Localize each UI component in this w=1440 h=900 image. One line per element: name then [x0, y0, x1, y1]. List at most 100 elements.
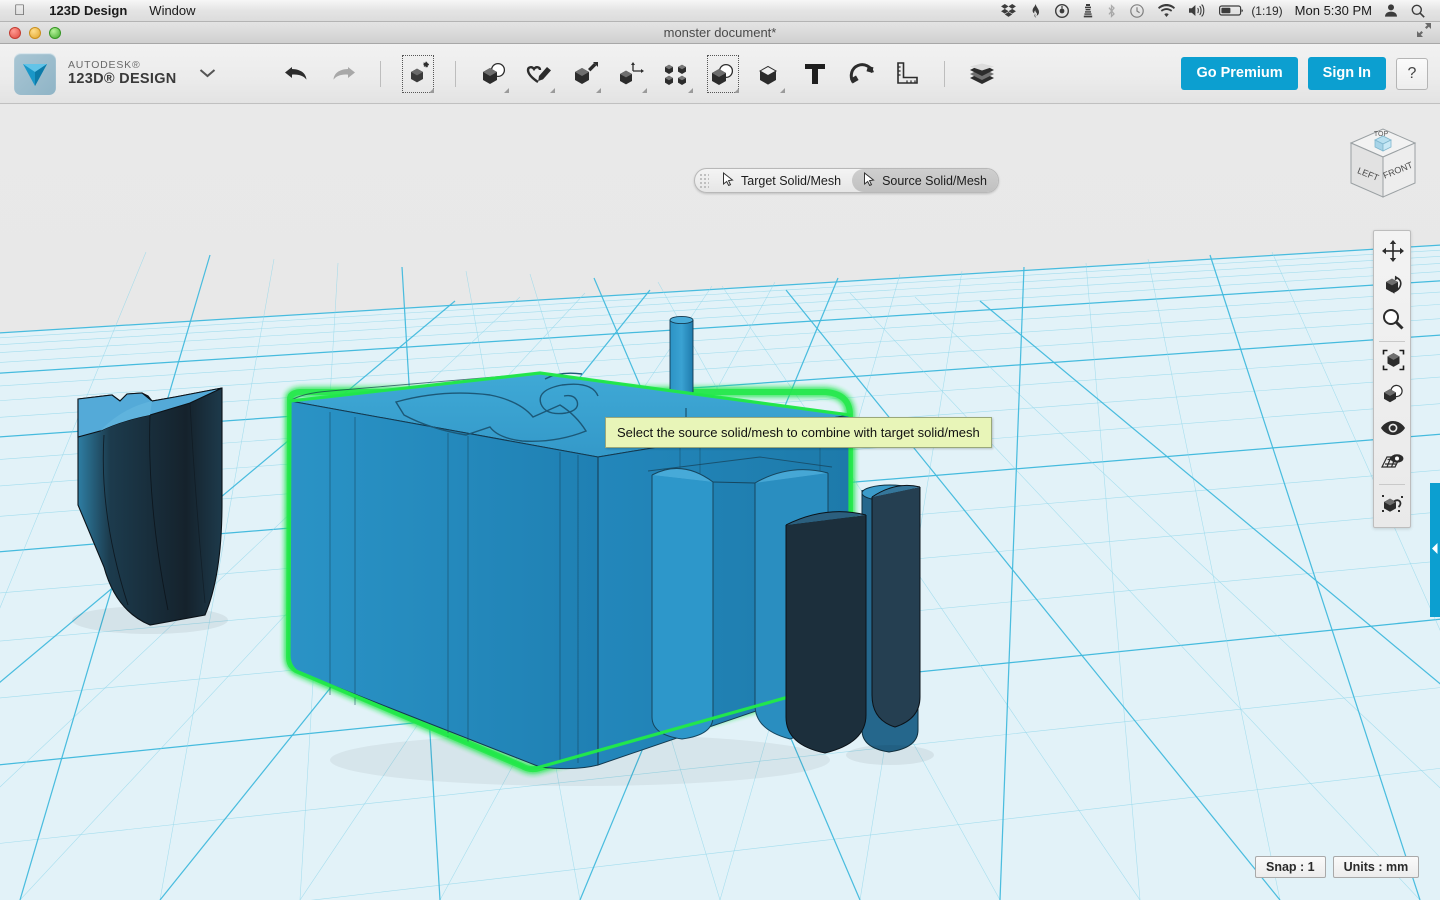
chip-source-solid-mesh[interactable]: Source Solid/Mesh — [852, 169, 998, 192]
grid-visibility-button[interactable] — [1374, 447, 1412, 481]
fit-button[interactable] — [1374, 345, 1412, 379]
toolbar-separator — [454, 60, 456, 87]
window-title-bar: monster document* — [0, 22, 1440, 44]
window-title: monster document* — [663, 25, 777, 40]
construct-button[interactable] — [566, 52, 604, 96]
toolbar-separator — [943, 60, 945, 87]
toolbar-separator — [379, 60, 381, 87]
scene-canvas — [0, 105, 1440, 900]
zoom-button[interactable] — [1374, 304, 1412, 338]
menubar-clock[interactable]: Mon 5:30 PM — [1289, 3, 1378, 18]
grid-eye-icon — [1381, 452, 1405, 477]
sign-in-button[interactable]: Sign In — [1307, 57, 1386, 90]
snap-magnet-icon — [848, 62, 874, 86]
modify-cube-arrows-icon — [617, 61, 645, 86]
menu-app-name[interactable]: 123D Design — [38, 0, 138, 22]
sketch-pencil-icon — [525, 62, 553, 86]
orbit-cube-icon — [1382, 274, 1405, 301]
primitives-button[interactable] — [474, 52, 512, 96]
primitives-cube-sphere-icon — [479, 62, 507, 86]
measure-ruler-icon — [895, 61, 919, 86]
wifi-icon[interactable] — [1151, 4, 1182, 17]
go-premium-button[interactable]: Go Premium — [1181, 57, 1298, 90]
battery-icon[interactable] — [1212, 4, 1251, 17]
chip-target-label: Target Solid/Mesh — [741, 173, 842, 188]
tool-group — [274, 52, 1005, 96]
view-cube[interactable]: TOP LEFT FRONT — [1339, 121, 1423, 205]
brand-line-1: AUTODESK® — [68, 58, 141, 71]
autodesk-logo-icon — [14, 52, 56, 95]
text-t-icon — [804, 62, 826, 86]
visibility-button[interactable] — [1374, 413, 1412, 447]
materials-button[interactable] — [963, 52, 1001, 96]
modify-button[interactable] — [612, 52, 650, 96]
pan-button[interactable] — [1374, 236, 1412, 270]
brand-block: AUTODESK® 123D® DESIGN — [0, 52, 216, 95]
eye-icon — [1381, 420, 1405, 441]
fullscreen-icon[interactable] — [1416, 22, 1440, 43]
transform-button[interactable] — [399, 52, 437, 96]
group-button[interactable] — [750, 52, 788, 96]
nav-separator — [1379, 341, 1405, 342]
sketch-button[interactable] — [520, 52, 558, 96]
timemachine-icon[interactable] — [1123, 3, 1151, 18]
combine-button[interactable] — [704, 52, 742, 96]
materials-layers-icon — [968, 62, 996, 86]
timer-icon[interactable] — [1048, 3, 1076, 18]
pattern-button[interactable] — [658, 52, 696, 96]
snap-settings-icon — [1381, 492, 1405, 519]
user-icon[interactable] — [1378, 4, 1404, 17]
nav-separator — [1379, 484, 1405, 485]
measure-button[interactable] — [888, 52, 926, 96]
snap-settings-button[interactable] — [1374, 488, 1412, 522]
shading-cube-icon — [1382, 384, 1405, 409]
construct-cube-icon — [572, 61, 598, 86]
3d-viewport[interactable]: Target Solid/Mesh Source Solid/Mesh Sele… — [0, 105, 1440, 900]
panel-collapse-tab[interactable] — [1430, 483, 1440, 617]
flame-icon[interactable] — [1023, 3, 1048, 18]
account-actions: Go Premium Sign In ? — [1181, 57, 1440, 90]
tooltip: Select the source solid/mesh to combine … — [605, 417, 992, 448]
battery-time-remaining: (1:19) — [1251, 3, 1283, 18]
brand-line-2: 123D® DESIGN — [68, 71, 177, 88]
group-cube-icon — [756, 62, 782, 86]
combine-cube-sphere-icon — [709, 62, 737, 86]
menu-item-window[interactable]: Window — [138, 0, 206, 22]
undo-button[interactable] — [278, 52, 316, 96]
redo-arrow-icon — [330, 65, 356, 83]
chess-icon[interactable] — [1076, 3, 1100, 18]
magnifier-icon — [1382, 308, 1404, 335]
undo-arrow-icon — [284, 65, 310, 83]
combine-selection-bar: Target Solid/Mesh Source Solid/Mesh — [694, 168, 999, 193]
volume-icon[interactable] — [1182, 4, 1212, 17]
navigation-toolbar — [1373, 230, 1411, 528]
chevron-left-icon — [1432, 541, 1438, 559]
redo-button[interactable] — [324, 52, 362, 96]
mac-menu-bar:  123D Design Window (1:19) — [0, 0, 1440, 22]
pan-arrows-icon — [1382, 239, 1404, 267]
shading-button[interactable] — [1374, 379, 1412, 413]
dropbox-icon[interactable] — [994, 4, 1023, 17]
help-button[interactable]: ? — [1396, 57, 1428, 90]
status-bar: Snap : 1 Units : mm — [1255, 856, 1420, 878]
viewcube-top-label: TOP — [1374, 131, 1389, 138]
drag-grip[interactable] — [699, 173, 709, 188]
orbit-button[interactable] — [1374, 270, 1412, 304]
spotlight-search-icon[interactable] — [1404, 4, 1432, 18]
snap-status[interactable]: Snap : 1 — [1255, 856, 1326, 878]
transform-cube-icon — [405, 61, 431, 87]
bluetooth-icon[interactable] — [1100, 3, 1123, 18]
chevron-down-icon[interactable] — [177, 65, 216, 82]
snap-button[interactable] — [842, 52, 880, 96]
text-button[interactable] — [796, 52, 834, 96]
units-status[interactable]: Units : mm — [1332, 856, 1420, 878]
cursor-arrow-icon — [722, 171, 735, 189]
chip-target-solid-mesh[interactable]: Target Solid/Mesh — [711, 169, 852, 192]
app-toolbar: AUTODESK® 123D® DESIGN Go Premium Sign I… — [0, 44, 1440, 104]
fit-to-view-icon — [1382, 349, 1405, 376]
chip-source-label: Source Solid/Mesh — [882, 173, 987, 188]
cursor-arrow-icon — [863, 171, 876, 189]
scene-cylinder-inner-left — [651, 467, 714, 740]
apple-icon[interactable]:  — [0, 3, 38, 18]
pattern-grid-icon — [664, 62, 690, 86]
